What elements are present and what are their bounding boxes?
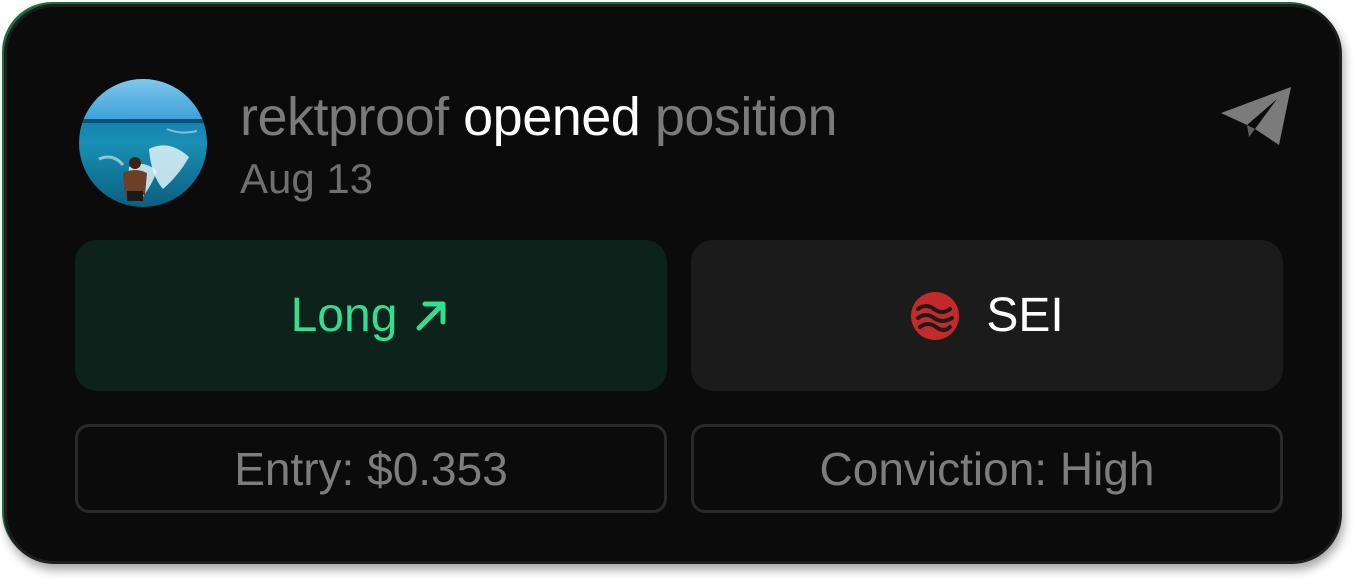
action-object: position [654,87,838,147]
conviction-stat: Conviction: High [691,424,1283,513]
send-icon[interactable] [1219,85,1293,147]
token-pill[interactable]: SEI [691,240,1283,391]
avatar-image [79,79,207,207]
username[interactable]: rektproof [240,87,449,147]
arrow-up-right-icon [416,301,446,330]
action-verb: opened [463,87,641,147]
token-symbol: SEI [986,288,1064,342]
sei-logo-icon [911,291,960,340]
post-date: Aug 13 [240,155,374,202]
conviction-text: Conviction: High [819,442,1155,495]
post-headline: rektproof opened position [240,85,837,149]
entry-price-text: Entry: $0.353 [234,442,508,495]
position-card: rektproof opened position Aug 13 Long SE… [4,4,1342,564]
entry-price-stat: Entry: $0.353 [75,424,667,513]
direction-label: Long [290,288,398,342]
avatar[interactable] [79,79,207,207]
direction-pill: Long [75,240,667,391]
